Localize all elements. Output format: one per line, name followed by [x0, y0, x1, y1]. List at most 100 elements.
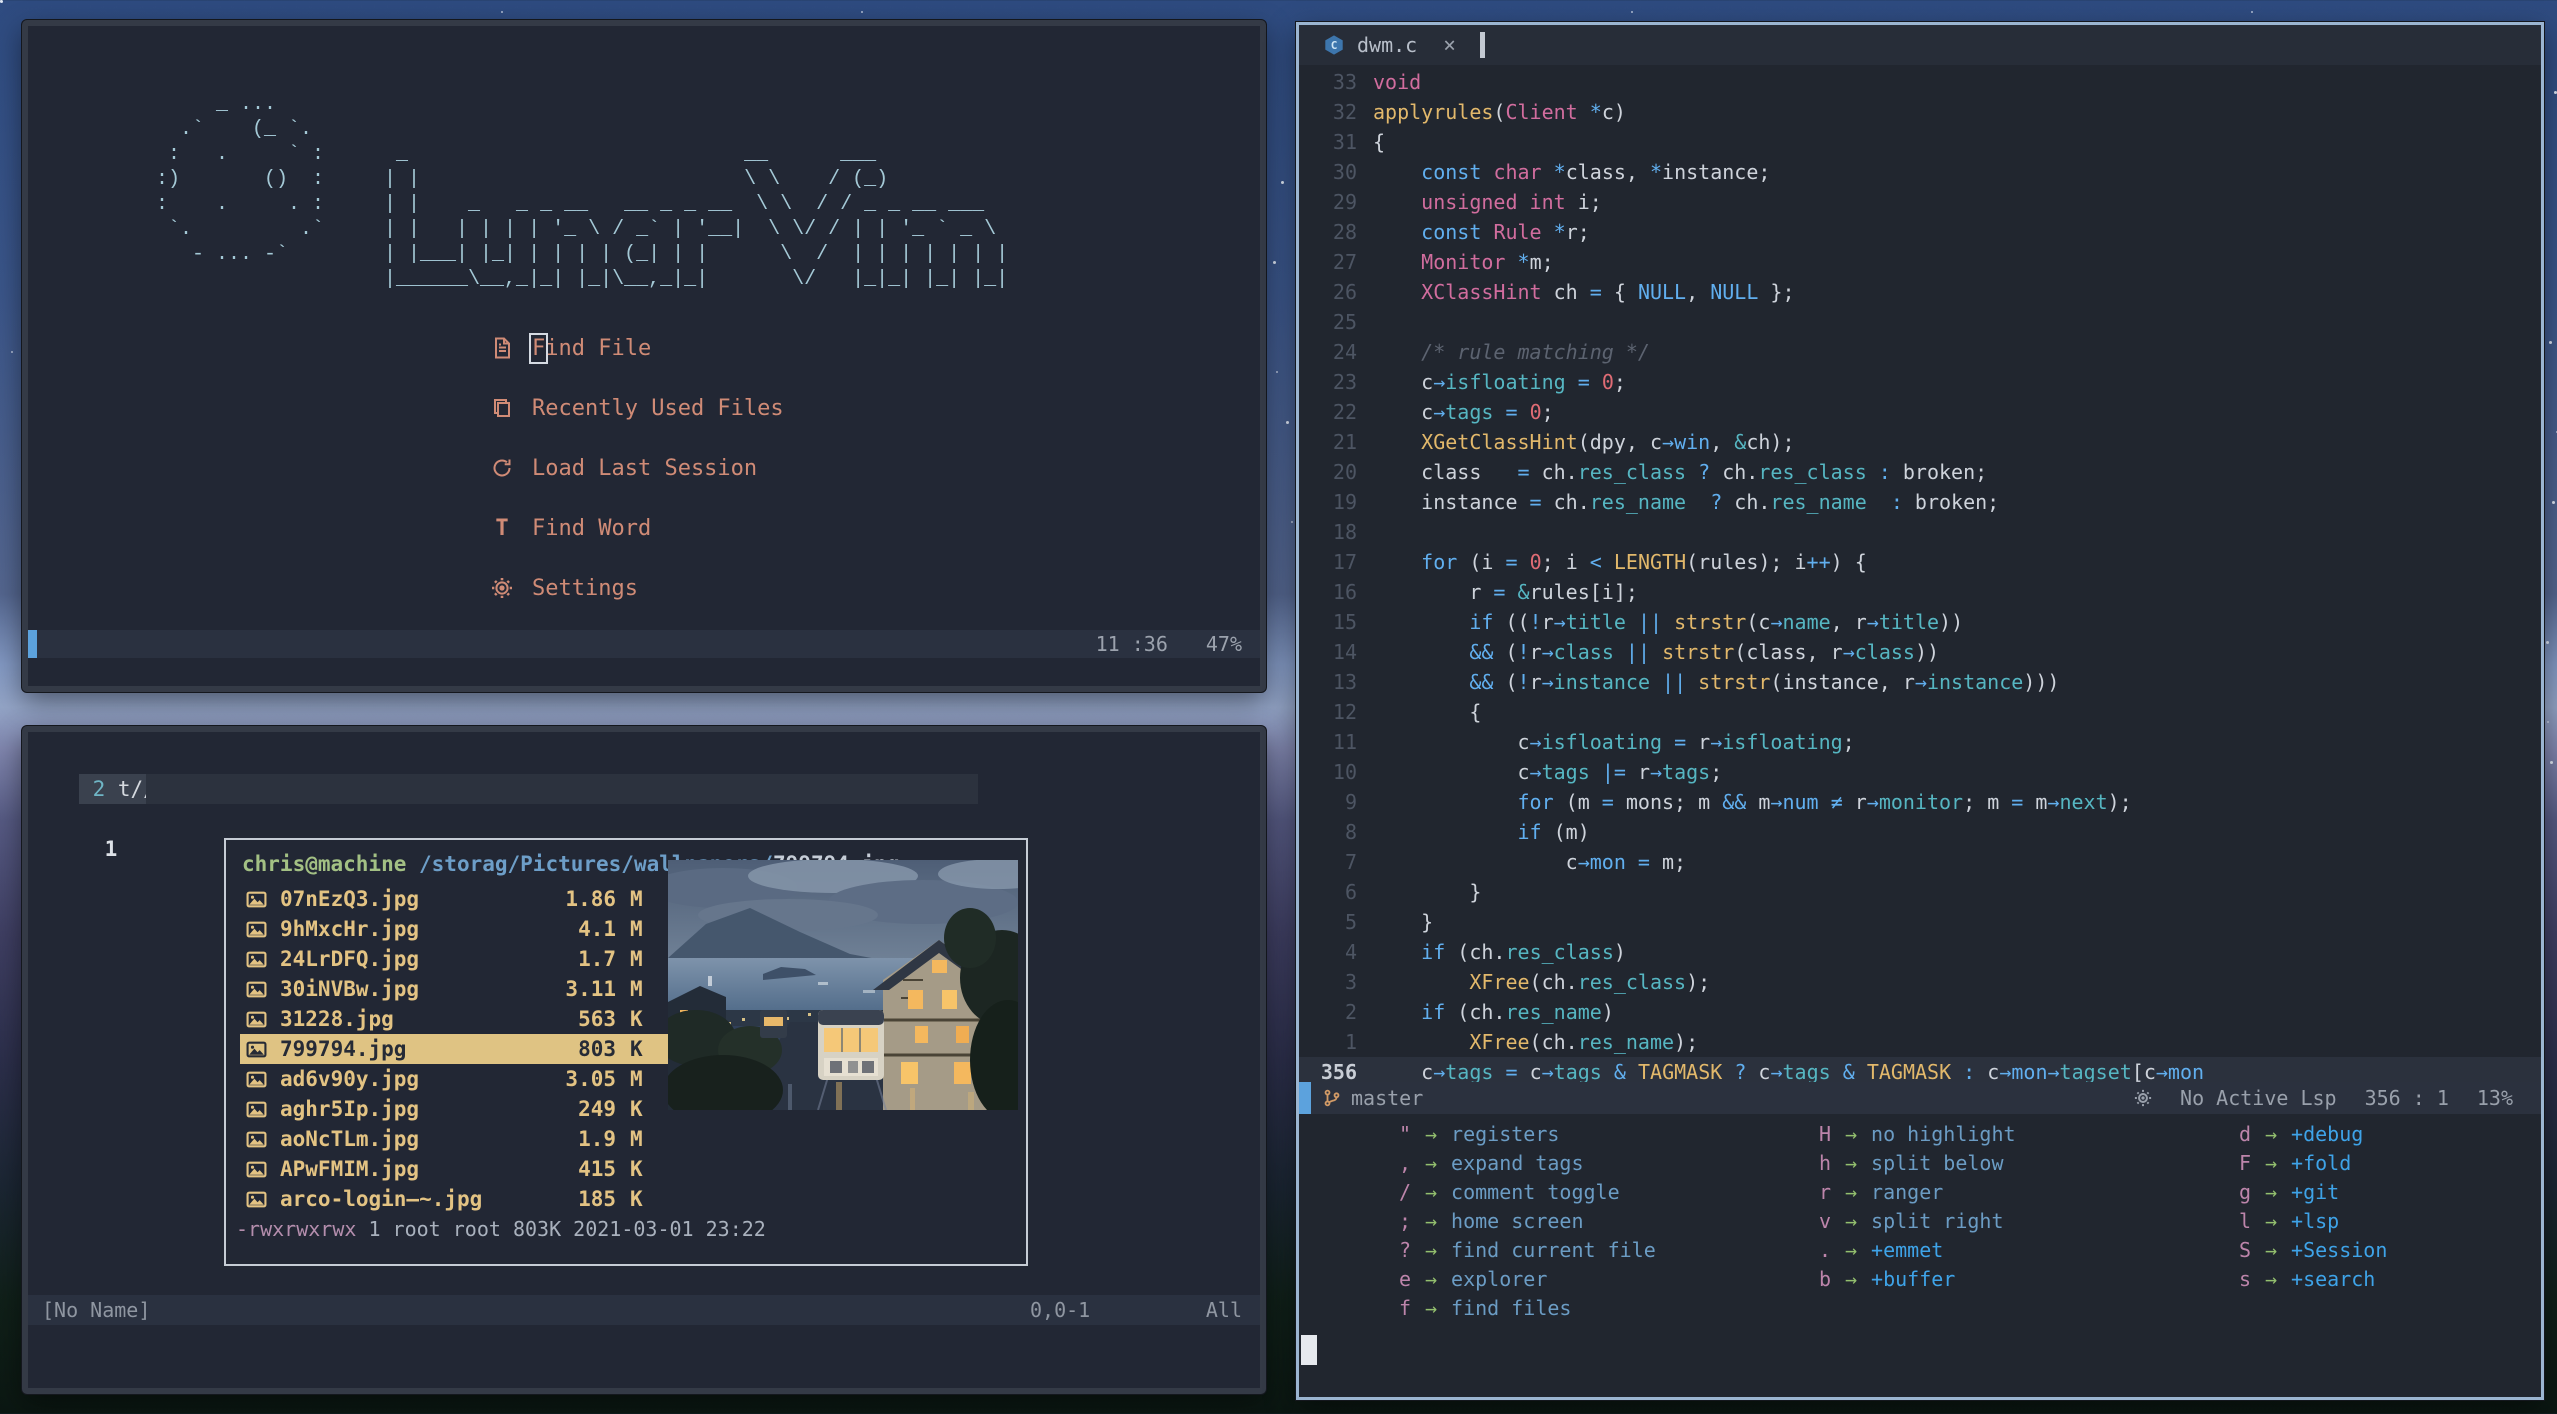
file-row[interactable]: ad6v90y.jpg 3.05 M — [240, 1064, 700, 1094]
file-details: -rwxrwxrwx 1 root root 803K 2021-03-01 2… — [226, 1217, 1026, 1241]
image-file-icon — [246, 1011, 267, 1027]
line-number: 25 — [1332, 310, 1357, 334]
whichkey-binding[interactable]: ? → find current file — [1349, 1235, 1769, 1264]
whichkey-binding[interactable]: / → comment toggle — [1349, 1177, 1769, 1206]
file-row[interactable]: 24LrDFQ.jpg 1.7 M — [240, 944, 700, 974]
file-name: 07nEzQ3.jpg — [280, 887, 420, 911]
code-line: 19 instance = ch.res_name ? ch.res_name … — [1299, 487, 2541, 517]
menu-item-label: Settings — [532, 575, 638, 601]
statusline-accent-bar — [1299, 1082, 1311, 1114]
user-host: chris@machine — [242, 852, 407, 876]
file-name: arco-login—~.jpg — [280, 1187, 483, 1211]
tab-title: dwm.c — [1357, 33, 1418, 57]
dashboard-cursor: F — [528, 332, 549, 364]
file-row[interactable]: 07nEzQ3.jpg 1.86 M — [240, 884, 700, 914]
file-name: 799794.jpg — [280, 1037, 407, 1061]
image-file-icon — [246, 921, 267, 937]
whichkey-binding[interactable]: S → +Session — [2189, 1235, 2557, 1264]
line-number: 3 — [1344, 970, 1357, 994]
whichkey-binding[interactable]: F → +fold — [2189, 1148, 2557, 1177]
code-line: 4 if (ch.res_class) — [1299, 937, 2541, 967]
code-line: 12 { — [1299, 697, 2541, 727]
whichkey-binding[interactable]: g → +git — [2189, 1177, 2557, 1206]
menu-item-settings[interactable]: Settings — [490, 558, 784, 618]
file-size-unit: M — [630, 977, 643, 1001]
statusline-accent-bar — [28, 630, 37, 658]
line-number: 1 — [104, 837, 118, 861]
file-row[interactable]: 9hMxcHr.jpg 4.1 M — [240, 914, 700, 944]
whichkey-binding[interactable]: . → +emmet — [1769, 1235, 2189, 1264]
whichkey-binding[interactable]: ; → home screen — [1349, 1206, 1769, 1235]
file-name: 30iNVBw.jpg — [280, 977, 420, 1001]
whichkey-binding[interactable]: s → +search — [2189, 1264, 2557, 1293]
file-size-unit: M — [630, 917, 643, 941]
code-line: 23 c→isfloating = 0; — [1299, 367, 2541, 397]
whichkey-binding[interactable]: b → +buffer — [1769, 1264, 2189, 1293]
line-number: 1 — [1344, 1030, 1357, 1054]
whichkey-binding[interactable]: e → explorer — [1349, 1264, 1769, 1293]
history-icon — [493, 459, 511, 477]
line-number: 13 — [1332, 670, 1357, 694]
file-size: 415 — [578, 1157, 616, 1181]
code-line: 27 Monitor *m; — [1299, 247, 2541, 277]
line-number: 29 — [1332, 190, 1357, 214]
menu-item-label: Find File — [528, 332, 652, 364]
code-line: 3 XFree(ch.res_class); — [1299, 967, 2541, 997]
tab-dwm-c[interactable]: C dwm.c × — [1299, 25, 1470, 65]
cursor-location: 356 : 1 — [2364, 1086, 2449, 1110]
code-line: 14 && (!r→class || strstr(class, r→class… — [1299, 637, 2541, 667]
file-row[interactable]: 799794.jpg 803 K — [240, 1034, 700, 1064]
cursor-line-highlight — [146, 774, 978, 804]
file-row[interactable]: APwFMIM.jpg 415 K — [240, 1154, 700, 1184]
line-number: 33 — [1332, 70, 1357, 94]
line-number: 15 — [1332, 610, 1357, 634]
menu-item-recent-files[interactable]: Recently Used Files — [490, 378, 784, 438]
menu-item-load-session[interactable]: Load Last Session — [490, 438, 784, 498]
line-number: 24 — [1332, 340, 1357, 364]
file-size: 4.1 — [578, 917, 616, 941]
file-name: ad6v90y.jpg — [280, 1067, 420, 1091]
c-language-icon: C — [1325, 35, 1343, 55]
file-row[interactable]: aoNcTLm.jpg 1.9 M — [240, 1124, 700, 1154]
file-size: 1.7 — [578, 947, 616, 971]
line-number: 19 — [1332, 490, 1357, 514]
line-number: 6 — [1344, 880, 1357, 904]
code-line: 11 c→isfloating = r→isfloating; — [1299, 727, 2541, 757]
menu-item-find-file[interactable]: Find File — [490, 318, 784, 378]
line-number: 2 — [1344, 1000, 1357, 1024]
whichkey-binding[interactable]: l → +lsp — [2189, 1206, 2557, 1235]
whichkey-binding[interactable]: H → no highlight — [1769, 1119, 2189, 1148]
git-branch: master — [1323, 1086, 1423, 1110]
line-number: 12 — [1332, 700, 1357, 724]
lunarvim-ascii-logo: _ ... .` (_ `. : . ` : _ __ ___ :) () : … — [156, 93, 1009, 291]
menu-item-find-word[interactable]: T Find Word — [490, 498, 784, 558]
lsp-gear-icon — [2134, 1089, 2152, 1107]
code-line: 24 /* rule matching */ — [1299, 337, 2541, 367]
file-meta: 1 root root 803K 2021-03-01 23:22 — [356, 1217, 766, 1241]
file-name: 24LrDFQ.jpg — [280, 947, 420, 971]
whichkey-binding[interactable]: " → registers — [1349, 1119, 1769, 1148]
code-area[interactable]: 33 void 32 applyrules(Client *c) 31{30 const… — [1299, 67, 2541, 1087]
file-row[interactable]: 30iNVBw.jpg 3.11 M — [240, 974, 700, 1004]
line-number: 27 — [1332, 250, 1357, 274]
lsp-status: No Active Lsp — [2180, 1086, 2337, 1110]
close-icon[interactable]: × — [1443, 33, 1456, 57]
file-row[interactable]: aghr5Ip.jpg 249 K — [240, 1094, 700, 1124]
file-row[interactable]: arco-login—~.jpg 185 K — [240, 1184, 700, 1214]
buffer-name: [No Name] — [42, 1298, 151, 1322]
image-file-icon — [246, 1131, 267, 1147]
code-line: 22 c→tags = 0; — [1299, 397, 2541, 427]
statusline-scroll: All — [1205, 1298, 1242, 1322]
whichkey-binding[interactable]: , → expand tags — [1349, 1148, 1769, 1177]
line-number: 4 — [1344, 940, 1357, 964]
image-file-icon — [246, 1071, 267, 1087]
whichkey-binding[interactable]: d → +debug — [2189, 1119, 2557, 1148]
file-row[interactable]: 31228.jpg 563 K — [240, 1004, 700, 1034]
whichkey-binding[interactable]: r → ranger — [1769, 1177, 2189, 1206]
letter-t-icon: T — [495, 515, 509, 541]
svg-text:C: C — [1331, 39, 1338, 52]
whichkey-binding[interactable]: v → split right — [1769, 1206, 2189, 1235]
code-line: 31{ — [1299, 127, 2541, 157]
whichkey-binding[interactable]: h → split below — [1769, 1148, 2189, 1177]
whichkey-binding[interactable]: f → find files — [1349, 1293, 1769, 1322]
